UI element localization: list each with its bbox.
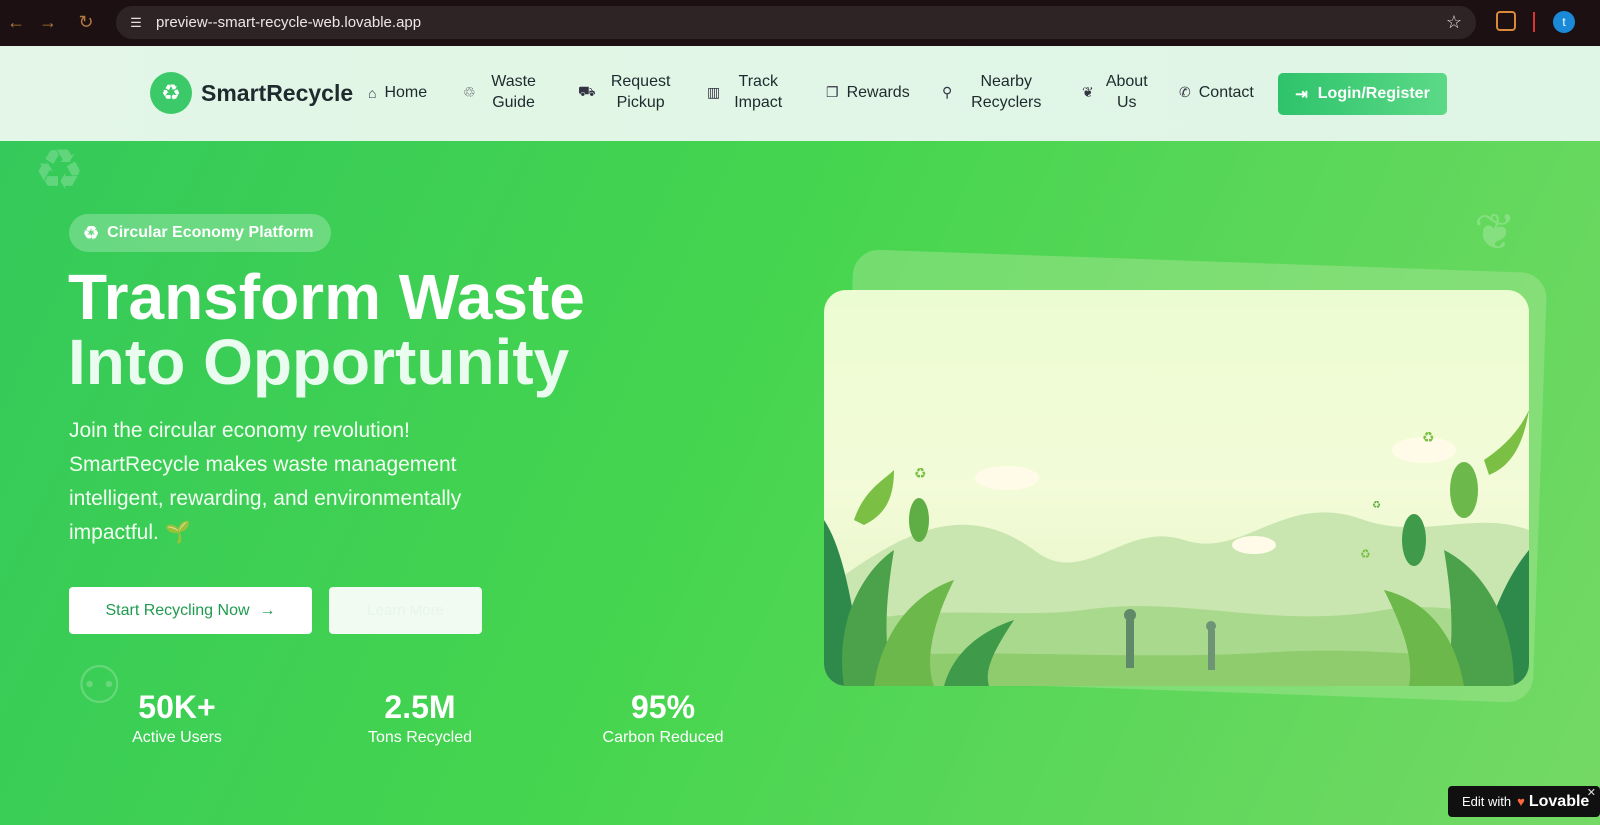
nav-rewards[interactable]: ❐ Rewards <box>826 82 910 103</box>
headline-line-1: Transform Waste <box>68 261 585 333</box>
nav-label: Request Pickup <box>610 73 671 111</box>
close-icon[interactable]: ✕ <box>1587 786 1596 799</box>
nav-label: Contact <box>1198 84 1254 101</box>
stat-label: Tons Recycled <box>367 729 473 746</box>
nav-track-impact[interactable]: ▥ Track Impact <box>707 71 788 113</box>
stat-carbon-reduced: 95% Carbon Reduced <box>563 689 763 747</box>
landscape-illustration: ♻ ♻ ♻ ♻ <box>824 410 1529 686</box>
back-icon[interactable]: ← <box>4 10 28 34</box>
logo[interactable]: ♻ SmartRecycle <box>150 72 353 114</box>
bookmark-star-icon[interactable]: ☆ <box>1446 12 1462 33</box>
stat-tons-recycled: 2.5M Tons Recycled <box>320 689 520 747</box>
truck-icon: ⛟ <box>578 82 596 99</box>
nav-label: Track Impact <box>734 73 783 111</box>
nav-request-pickup[interactable]: ⛟ Request Pickup <box>578 71 678 113</box>
stat-value: 50K+ <box>138 689 216 725</box>
platform-pill: ♻ Circular Economy Platform <box>69 214 332 252</box>
nav-about-us[interactable]: ❦ About Us <box>1082 71 1152 113</box>
lovable-heart-icon: ♥ <box>1517 794 1525 809</box>
brand-name: SmartRecycle <box>201 79 354 106</box>
stat-active-users: 50K+ Active Users <box>77 689 277 747</box>
nav-label: Home <box>384 84 428 101</box>
nav-nearby-recyclers[interactable]: ⚲ Nearby Recyclers <box>942 71 1052 113</box>
login-register-button[interactable]: ⇥ Login/Register <box>1278 73 1447 115</box>
leaf-decor-icon: ❦ <box>1474 204 1516 260</box>
recycle-icon: ♲ <box>463 83 476 100</box>
nav-waste-guide[interactable]: ♲ Waste Guide <box>463 71 544 113</box>
forward-icon[interactable]: → <box>36 10 60 34</box>
recycle-decor-icon: ♻ <box>34 141 85 201</box>
leaf-icon: ❦ <box>1082 83 1094 100</box>
bar-chart-icon: ▥ <box>707 83 721 100</box>
browser-chrome: ← → ↻ ☰ preview--smart-recycle-web.lovab… <box>0 0 1600 46</box>
nav-label: About Us <box>1105 73 1148 111</box>
site-settings-icon[interactable]: ☰ <box>126 13 146 33</box>
login-label: Login/Register <box>1317 85 1430 102</box>
nav-label: Nearby Recyclers <box>971 73 1042 111</box>
svg-text:♻: ♻ <box>1422 430 1435 446</box>
gift-icon: ❐ <box>826 84 839 100</box>
start-recycling-button[interactable]: Start Recycling Now → <box>69 587 312 634</box>
site-header: ♻ SmartRecycle ⌂ Home ♲ Waste Guide ⛟ Re… <box>0 46 1600 141</box>
stat-label: Carbon Reduced <box>602 729 724 746</box>
phone-icon: ✆ <box>1179 84 1191 100</box>
stat-value: 95% <box>630 689 696 725</box>
home-icon: ⌂ <box>368 84 377 101</box>
profile-avatar[interactable]: t <box>1553 11 1575 33</box>
svg-text:♻: ♻ <box>1360 547 1371 561</box>
login-icon: ⇥ <box>1295 86 1308 103</box>
extensions-icon[interactable] <box>1496 11 1516 31</box>
address-bar[interactable]: ☰ preview--smart-recycle-web.lovable.app… <box>116 6 1476 39</box>
hero-section: ♻ ❦ ⚇ ♻ Circular Economy Platform Transf… <box>0 141 1600 825</box>
edit-with-lovable-badge[interactable]: Edit with ♥ Lovable ✕ <box>1448 786 1600 817</box>
arrow-right-icon: → <box>259 601 276 619</box>
stat-value: 2.5M <box>384 689 456 725</box>
pill-label: Circular Economy Platform <box>107 224 314 241</box>
nav-label: Rewards <box>846 84 910 101</box>
url-text[interactable]: preview--smart-recycle-web.lovable.app <box>156 14 421 31</box>
recycle-logo-icon: ♻ <box>150 72 192 114</box>
headline-line-2: Into Opportunity <box>68 326 570 398</box>
nav-contact[interactable]: ✆ Contact <box>1179 82 1254 103</box>
badge-prefix: Edit with <box>1462 794 1512 809</box>
svg-text:♻: ♻ <box>1372 500 1381 511</box>
badge-brand: Lovable <box>1528 792 1590 810</box>
stat-label: Active Users <box>132 729 222 746</box>
learn-more-button[interactable]: Learn More <box>329 587 482 634</box>
reload-icon[interactable]: ↻ <box>74 10 98 34</box>
nature-illustration: ♻ ♻ ♻ ♻ <box>824 290 1529 686</box>
nav-home[interactable]: ⌂ Home <box>368 82 427 103</box>
toolbar-divider <box>1533 12 1535 32</box>
map-pin-icon: ⚲ <box>942 83 953 100</box>
cta-label: Start Recycling Now <box>105 601 250 619</box>
svg-text:♻: ♻ <box>914 466 927 482</box>
recycle-icon: ♻ <box>83 222 100 243</box>
hero-subtext: Join the circular economy revolution! Sm… <box>69 419 462 544</box>
nav-label: Waste Guide <box>491 73 536 111</box>
hero-headline: Transform Waste Into Opportunity <box>68 265 708 395</box>
